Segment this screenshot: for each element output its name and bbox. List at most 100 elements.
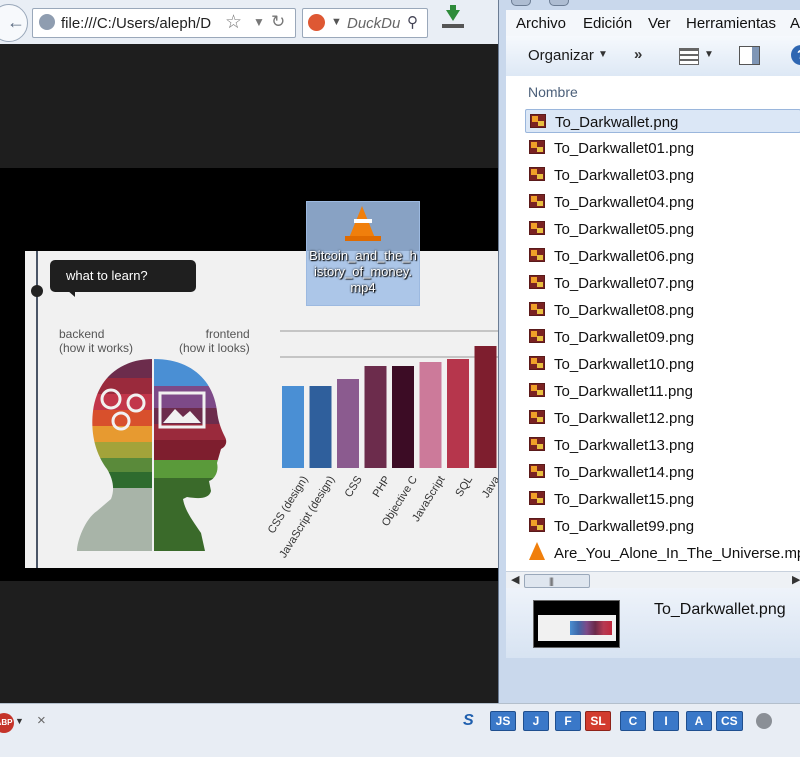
file-row[interactable]: To_Darkwallet13.png	[525, 433, 800, 457]
file-name: To_Darkwallet08.png	[554, 302, 695, 319]
browser-toolbar: ← file:///C:/Users/aleph/D ☆ ▼ ↻ ▼ DuckD…	[0, 0, 500, 45]
extension-button[interactable]: I	[653, 711, 679, 731]
close-icon[interactable]: ×	[37, 712, 46, 729]
bar	[337, 379, 359, 468]
adblock-icon[interactable]: ABP	[0, 713, 14, 733]
file-row[interactable]: To_Darkwallet09.png	[525, 325, 800, 349]
file-row[interactable]: To_Darkwallet03.png	[525, 163, 800, 187]
extension-button[interactable]: JS	[490, 711, 516, 731]
organize-button[interactable]: Organizar	[528, 47, 594, 64]
scroll-left-arrow-icon[interactable]: ◀	[511, 573, 519, 586]
file-name: To_Darkwallet01.png	[554, 140, 695, 157]
infographic-image: what to learn? backend (how it works) fr…	[25, 251, 500, 568]
url-text[interactable]: file:///C:/Users/aleph/D	[61, 15, 211, 32]
horizontal-scrollbar[interactable]: ◀ ||| ▶	[506, 571, 800, 589]
bar	[364, 366, 387, 468]
image-file-icon	[530, 114, 546, 128]
preview-pane-icon[interactable]	[739, 46, 760, 65]
url-bar[interactable]: file:///C:/Users/aleph/D ☆ ▼ ↻	[32, 8, 296, 38]
file-row[interactable]: To_Darkwallet06.png	[525, 244, 800, 268]
file-row[interactable]: To_Darkwallet04.png	[525, 190, 800, 214]
organize-dropdown-icon[interactable]: ▼	[598, 49, 608, 60]
file-name: To_Darkwallet06.png	[554, 248, 695, 265]
duckduckgo-icon[interactable]	[308, 14, 325, 31]
extension-button[interactable]: C	[620, 711, 646, 731]
more-commands-button[interactable]: »	[634, 46, 642, 63]
menu-archivo[interactable]: Archivo	[516, 15, 566, 32]
image-file-icon	[529, 302, 545, 316]
file-name: To_Darkwallet12.png	[554, 410, 695, 427]
file-name: To_Darkwallet15.png	[554, 491, 695, 508]
file-row[interactable]: To_Darkwallet14.png	[525, 460, 800, 484]
file-name: To_Darkwallet13.png	[554, 437, 695, 454]
file-row[interactable]: To_Darkwallet07.png	[525, 271, 800, 295]
file-name: To_Darkwallet05.png	[554, 221, 695, 238]
window-control-icon[interactable]	[549, 0, 569, 6]
menu-ver[interactable]: Ver	[648, 15, 671, 32]
image-file-icon	[529, 491, 545, 505]
file-row[interactable]: To_Darkwallet08.png	[525, 298, 800, 322]
file-row[interactable]: To_Darkwallet05.png	[525, 217, 800, 241]
file-name: To_Darkwallet.png	[555, 114, 679, 131]
image-file-icon	[529, 356, 545, 370]
image-file-icon	[529, 248, 545, 262]
scroll-thumb[interactable]: |||	[524, 574, 590, 588]
reload-icon[interactable]: ↻	[271, 12, 285, 32]
file-name: To_Darkwallet99.png	[554, 518, 695, 535]
globe-icon	[39, 14, 55, 30]
file-row[interactable]: To_Darkwallet10.png	[525, 352, 800, 376]
gear-icon[interactable]	[756, 713, 772, 729]
head-right-half	[154, 359, 227, 551]
image-file-icon	[529, 410, 545, 424]
bar	[419, 362, 442, 468]
view-dropdown-icon[interactable]: ▼	[704, 49, 714, 60]
view-options-icon[interactable]	[679, 48, 699, 65]
extension-button[interactable]: CS	[716, 711, 743, 731]
file-row[interactable]: To_Darkwallet.png	[525, 109, 800, 133]
menu-bar: Archivo Edición Ver Herramientas A	[506, 10, 800, 36]
image-file-icon	[529, 464, 545, 478]
menu-edicion[interactable]: Edición	[583, 15, 632, 32]
menu-herramientas[interactable]: Herramientas	[686, 15, 776, 32]
adblock-dropdown-icon[interactable]: ▼	[15, 716, 24, 726]
back-button[interactable]: ←	[0, 4, 28, 42]
file-row[interactable]: To_Darkwallet12.png	[525, 406, 800, 430]
download-button[interactable]	[440, 5, 466, 34]
extension-button[interactable]: A	[686, 711, 712, 731]
explorer-window: Archivo Edición Ver Herramientas A Organ…	[498, 0, 800, 703]
file-row[interactable]: Are_You_Alone_In_The_Universe.mp4	[525, 541, 800, 565]
file-row[interactable]: To_Darkwallet11.png	[525, 379, 800, 403]
window-control-icon[interactable]	[511, 0, 531, 6]
explorer-toolbar: Organizar ▼ » ▼ ?	[506, 36, 800, 77]
extension-button[interactable]: F	[555, 711, 581, 731]
file-name: To_Darkwallet07.png	[554, 275, 695, 292]
bar	[474, 346, 497, 468]
image-file-icon	[529, 437, 545, 451]
extension-button[interactable]: J	[523, 711, 549, 731]
scriptfilter-icon[interactable]: S	[463, 712, 474, 730]
help-icon[interactable]: ?	[791, 45, 800, 65]
page-dark-band	[0, 44, 500, 168]
image-file-icon	[529, 140, 545, 154]
search-input[interactable]: DuckDu	[347, 15, 400, 32]
file-row[interactable]: To_Darkwallet01.png	[525, 136, 800, 160]
search-icon[interactable]: ⚲	[407, 13, 418, 31]
column-header-name[interactable]: Nombre	[528, 84, 578, 100]
scroll-right-arrow-icon[interactable]: ▶	[792, 573, 800, 586]
file-row[interactable]: To_Darkwallet99.png	[525, 514, 800, 538]
bar-chart	[282, 346, 497, 468]
bar	[392, 366, 414, 468]
search-bar[interactable]: ▼ DuckDu ⚲	[302, 8, 428, 38]
file-row[interactable]: To_Darkwallet15.png	[525, 487, 800, 511]
desktop-video-file[interactable]: Bitcoin_and_the_history_of_money.mp4	[306, 201, 420, 306]
menu-ayuda[interactable]: A	[790, 15, 800, 32]
file-name: Are_You_Alone_In_The_Universe.mp4	[554, 545, 800, 562]
image-file-icon	[529, 221, 545, 235]
url-dropdown-icon[interactable]: ▼	[253, 15, 265, 29]
explorer-bottom-frame	[506, 658, 800, 703]
details-file-name: To_Darkwallet.png	[654, 601, 786, 618]
bookmark-star-icon[interactable]: ☆	[225, 11, 242, 34]
head-left-half	[77, 359, 153, 551]
search-engine-dropdown-icon[interactable]: ▼	[331, 16, 342, 28]
extension-button[interactable]: SL	[585, 711, 611, 731]
